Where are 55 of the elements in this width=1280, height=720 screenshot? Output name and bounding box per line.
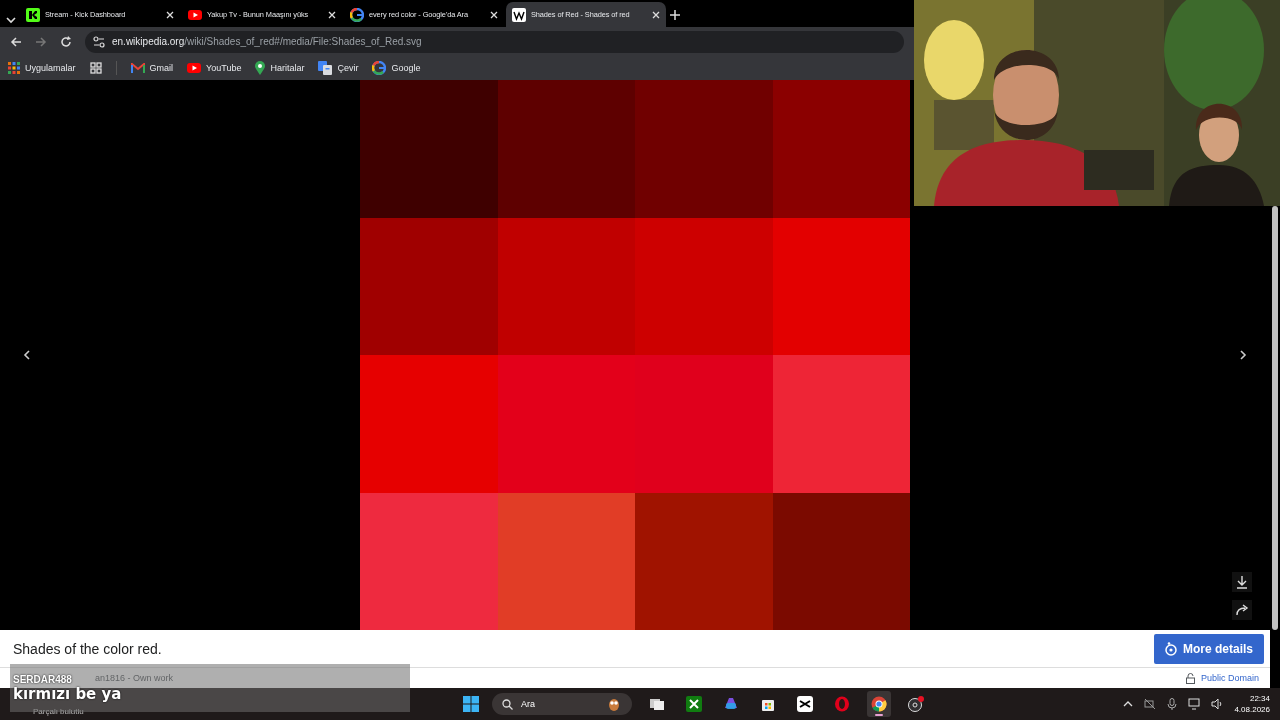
- office-suite-icon[interactable]: [723, 696, 739, 712]
- license-link[interactable]: Public Domain: [1200, 673, 1259, 683]
- bookmark[interactable]: Haritalar: [255, 61, 305, 75]
- close-icon[interactable]: [328, 10, 336, 19]
- task-view-icon[interactable]: [649, 696, 665, 712]
- scrollbar-thumb[interactable]: [1272, 206, 1278, 630]
- search-icon: [502, 698, 513, 710]
- site-settings-icon[interactable]: [93, 35, 105, 48]
- google-logo-icon: [350, 7, 364, 22]
- play-logo-icon: [188, 9, 202, 20]
- google-logo-icon: [372, 61, 387, 75]
- weather-text: Parçalı bulutlu: [32, 707, 85, 718]
- start-icon[interactable]: [463, 696, 479, 712]
- speaker-icon[interactable]: [1211, 698, 1224, 710]
- more-details-button[interactable]: More details: [1153, 633, 1264, 664]
- info-drop-icon: [1164, 641, 1177, 656]
- mail-logo-icon: [130, 63, 145, 73]
- author-credit: an1816 - Own work: [95, 673, 174, 683]
- share-icon[interactable]: [1232, 600, 1252, 620]
- tab-groups-icon[interactable]: [89, 62, 102, 74]
- apps-grid-icon: [8, 62, 20, 74]
- microphone-icon[interactable]: [1167, 698, 1178, 710]
- clock[interactable]: 22:34 4.08.2026: [1234, 693, 1270, 715]
- bookmark[interactable]: Gmail: [130, 63, 174, 73]
- owl-icon: [606, 697, 622, 711]
- bookmark[interactable]: YouTube: [187, 63, 242, 73]
- close-icon[interactable]: [490, 10, 498, 19]
- chat-username: SERDAR488: [13, 673, 72, 685]
- back-arrow-icon[interactable]: [10, 35, 22, 48]
- forward-arrow-icon[interactable]: [35, 35, 47, 48]
- url-text[interactable]: en.wikipedia.org/wiki/Shades_of_red#/media/File:Shades_of_Red.svg: [112, 36, 422, 47]
- close-icon[interactable]: [652, 10, 660, 19]
- kick-logo-icon: [26, 7, 40, 22]
- chat-message: kırmızı be ya: [13, 684, 122, 703]
- download-icon[interactable]: [1232, 572, 1252, 592]
- wikipedia-logo-icon: [512, 7, 526, 22]
- reload-icon[interactable]: [60, 35, 72, 48]
- chrome-logo-icon[interactable]: [871, 696, 887, 712]
- chevron-up-icon[interactable]: [1123, 699, 1134, 709]
- game-logo-icon[interactable]: [686, 696, 702, 712]
- taskbar-search[interactable]: Ara: [492, 693, 632, 715]
- map-pin-icon: [255, 61, 266, 75]
- bookmark[interactable]: Uygulamalar: [8, 62, 76, 74]
- network-icon[interactable]: [1188, 698, 1201, 710]
- close-icon[interactable]: [166, 10, 174, 19]
- camera-off-icon[interactable]: [1144, 698, 1157, 710]
- bookmark[interactable]: Google: [372, 61, 421, 75]
- bookmark[interactable]: Çevir: [318, 61, 359, 75]
- scissors-app-icon[interactable]: [797, 696, 813, 712]
- lock-icon: [1185, 672, 1195, 684]
- play-logo-icon: [187, 63, 202, 73]
- image-caption: Shades of the color red.: [13, 640, 162, 657]
- recorder-app-icon[interactable]: [907, 696, 925, 712]
- translate-icon: [318, 61, 333, 75]
- opera-logo-icon[interactable]: [834, 696, 850, 712]
